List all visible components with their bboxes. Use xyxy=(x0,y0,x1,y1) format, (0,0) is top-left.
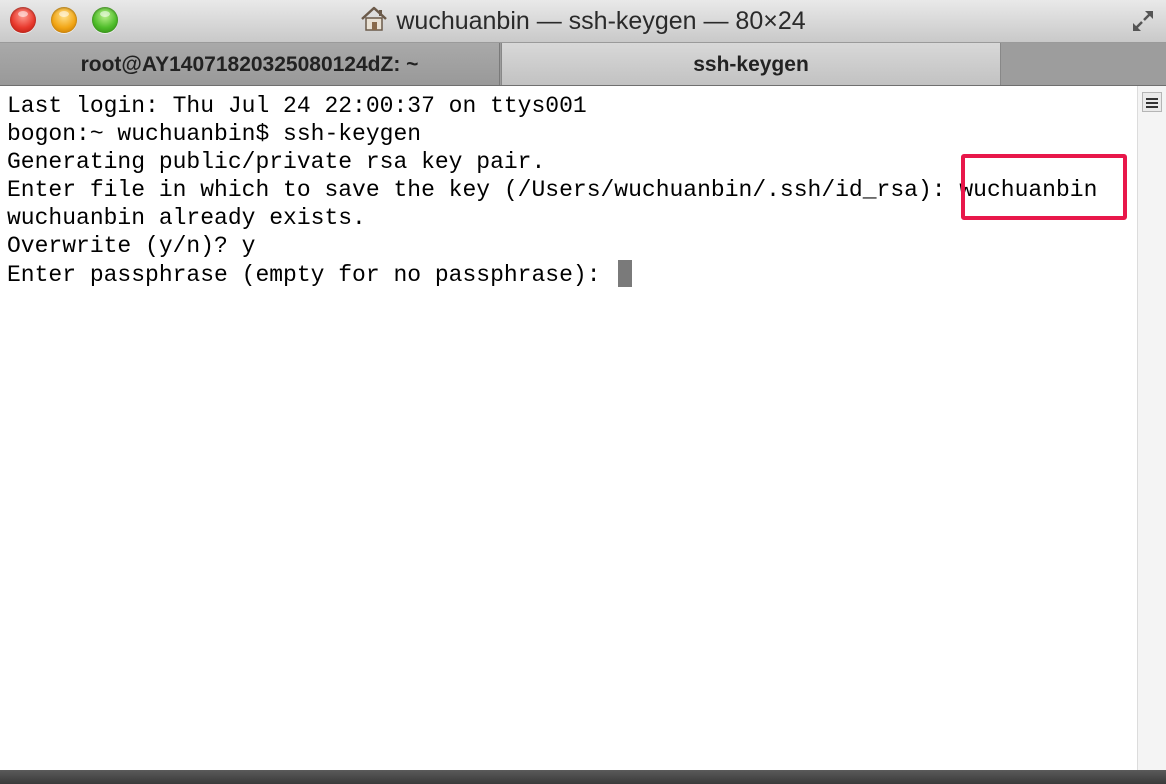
tab-label: root@AY14071820325080124dZ: ~ xyxy=(80,53,419,76)
text-cursor xyxy=(618,260,633,287)
terminal-prompt-text: Enter passphrase (empty for no passphras… xyxy=(7,262,615,288)
terminal-prompt-line: Enter passphrase (empty for no passphras… xyxy=(7,260,1137,288)
tab-label: ssh-keygen xyxy=(693,53,809,76)
highlight-annotation-box xyxy=(961,154,1127,220)
tab-root-session[interactable]: root@AY14071820325080124dZ: ~ xyxy=(0,43,500,85)
title-bar[interactable]: wuchuanbin — ssh-keygen — 80×24 xyxy=(0,0,1166,43)
scroll-menu-icon[interactable] xyxy=(1142,92,1162,112)
tab-bar-empty-area xyxy=(1001,43,1166,85)
fullscreen-icon[interactable] xyxy=(1130,8,1156,39)
window-title: wuchuanbin — ssh-keygen — 80×24 xyxy=(396,7,806,35)
terminal-line: Last login: Thu Jul 24 22:00:37 on ttys0… xyxy=(7,93,587,119)
tab-bar: root@AY14071820325080124dZ: ~ ssh-keygen xyxy=(0,43,1166,86)
home-icon xyxy=(360,3,388,45)
window-title-container: wuchuanbin — ssh-keygen — 80×24 xyxy=(0,0,1166,42)
terminal-line: bogon:~ wuchuanbin$ ssh-keygen xyxy=(7,121,422,147)
vertical-scrollbar[interactable] xyxy=(1137,86,1166,770)
terminal-line: Overwrite (y/n)? y xyxy=(7,233,256,259)
background-strip xyxy=(0,770,1166,784)
terminal-window: wuchuanbin — ssh-keygen — 80×24 root@AY1… xyxy=(0,0,1166,784)
tab-ssh-keygen[interactable]: ssh-keygen xyxy=(501,43,1001,85)
